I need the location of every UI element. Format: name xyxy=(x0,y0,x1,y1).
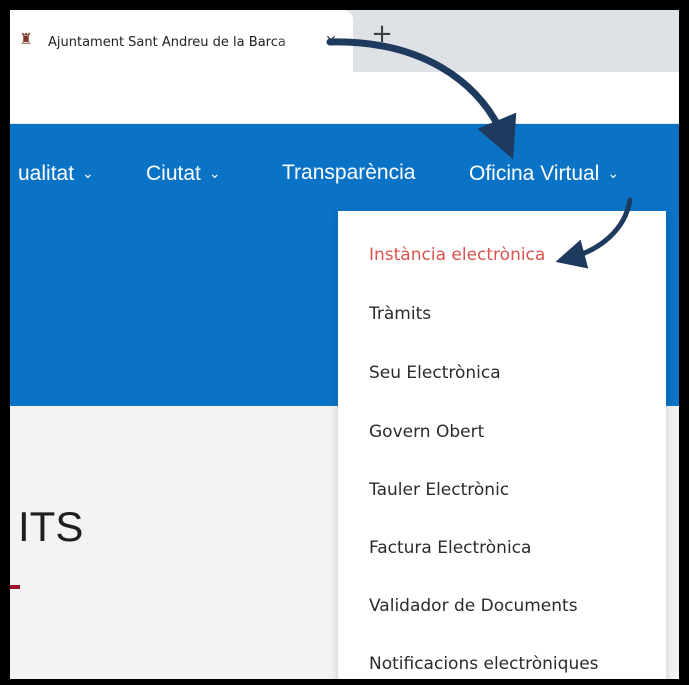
dropdown-item-tauler-electronic[interactable]: Tauler Electrònic xyxy=(369,478,509,502)
nav-item-oficina-virtual[interactable]: Oficina Virtual ⌄ xyxy=(469,160,619,186)
dropdown-item-tramits[interactable]: Tràmits xyxy=(369,302,431,326)
crest-icon: ♜ xyxy=(19,30,33,48)
frame-border-bottom xyxy=(0,679,689,685)
dropdown-item-factura-electronica[interactable]: Factura Electrònica xyxy=(369,536,531,560)
nav-item-label: Oficina Virtual xyxy=(469,162,600,185)
tab-close-icon[interactable]: ✕ xyxy=(322,32,340,50)
browser-tab[interactable]: ♜ Ajuntament Sant Andreu de la Barca ✕ xyxy=(10,10,353,72)
nav-item-transparencia[interactable]: Transparència xyxy=(282,160,415,186)
frame-border-top xyxy=(0,0,689,10)
chevron-down-icon: ⌄ xyxy=(208,165,221,181)
dropdown-item-validador-de-documents[interactable]: Validador de Documents xyxy=(369,594,578,618)
nav-item-label: Ciutat xyxy=(146,162,201,185)
dropdown-item-instancia-electronica[interactable]: Instància electrònica xyxy=(369,243,545,267)
nav-item-label: ualitat xyxy=(18,162,75,185)
nav-item-ciutat[interactable]: Ciutat ⌄ xyxy=(146,160,221,186)
dropdown-item-notificacions-electroniques[interactable]: Notificacions electròniques xyxy=(369,652,599,676)
dropdown-item-seu-electronica[interactable]: Seu Electrònica xyxy=(369,361,501,385)
nav-item-actualitat[interactable]: ualitat ⌄ xyxy=(18,160,94,186)
browser-toolbar xyxy=(10,72,679,124)
title-underline xyxy=(10,585,20,589)
chevron-down-icon: ⌄ xyxy=(82,165,94,181)
tab-title: Ajuntament Sant Andreu de la Barca xyxy=(48,35,286,50)
frame-border-left xyxy=(0,0,10,685)
screenshot-frame: ♜ Ajuntament Sant Andreu de la Barca ✕ +… xyxy=(0,0,689,685)
nav-item-label: Transparència xyxy=(282,161,416,184)
chevron-down-icon: ⌄ xyxy=(607,165,620,181)
new-tab-icon[interactable]: + xyxy=(370,21,394,47)
dropdown-item-govern-obert[interactable]: Govern Obert xyxy=(369,420,484,444)
frame-border-right xyxy=(679,0,689,685)
page-title: ITS xyxy=(18,503,84,550)
